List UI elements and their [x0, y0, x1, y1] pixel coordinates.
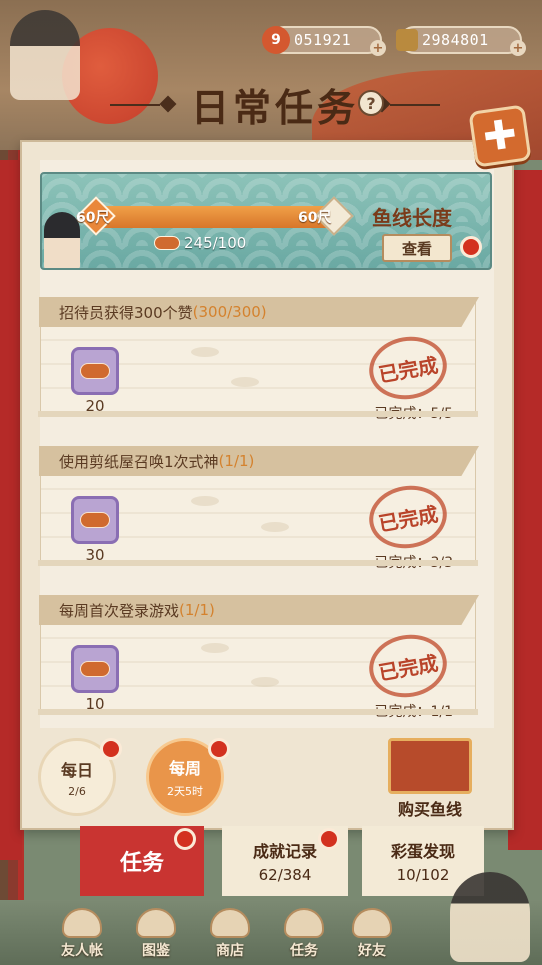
coin-currency: 2984801 +	[396, 26, 526, 56]
nav-shop[interactable]: 商店	[200, 908, 260, 964]
nav-illustrated-book[interactable]: 图鉴	[126, 908, 186, 964]
notification-dot	[460, 236, 482, 258]
buy-fishing-line-button[interactable]: 购买鱼线	[384, 738, 476, 820]
friends-icon	[352, 908, 392, 938]
friend-book-icon	[62, 908, 102, 938]
completed-stamp: 已完成	[364, 330, 452, 406]
view-button[interactable]: 查看	[382, 234, 452, 262]
notification-dot	[318, 828, 340, 850]
task-body: 30 已完成 已完成：3/3	[41, 476, 475, 571]
magatama-currency: 9 051921 +	[262, 26, 386, 56]
title-ornament-left	[110, 104, 160, 106]
completion-count: 已完成：5/5	[374, 406, 453, 422]
reward-amount: 20	[85, 397, 105, 415]
daily-tab-label: 每日	[60, 760, 93, 780]
progress-start-label: 60尺	[76, 210, 110, 226]
magatama-icon: 9	[262, 26, 290, 54]
task-name: 使用剪纸屋召唤1次式神	[59, 452, 219, 471]
add-magatama-button[interactable]: +	[370, 40, 386, 56]
treasure-box-icon	[388, 738, 472, 794]
tab-easter-eggs-label: 彩蛋发现	[390, 842, 455, 861]
weekly-tab-label: 每周	[168, 759, 201, 778]
page-title: 日常任务	[190, 84, 359, 130]
reward-amount: 30	[85, 546, 105, 564]
bait-icon	[154, 236, 180, 250]
task-progress: (300/300)	[192, 303, 267, 321]
add-coin-button[interactable]: +	[510, 40, 526, 56]
notification-dot	[208, 738, 230, 760]
task-card: 20 已完成 已完成：5/5 招待员获得300个赞 (300/300)	[38, 297, 479, 422]
magatama-value: 051921	[294, 31, 352, 49]
task-name: 招待员获得300个赞	[59, 303, 193, 322]
fish-decoration	[261, 522, 289, 532]
coin-value: 2984801	[422, 31, 489, 49]
fishing-line-card: 60尺 60尺 245/100 鱼线长度 查看	[40, 172, 492, 270]
completion-count: 已完成：3/3	[374, 555, 453, 571]
close-button[interactable]: ✚	[468, 104, 532, 168]
task-name: 每周首次登录游戏	[59, 601, 180, 620]
nav-friend-book[interactable]: 友人帐	[52, 908, 112, 964]
character-portrait	[44, 212, 80, 268]
reward-bait[interactable]	[71, 347, 119, 395]
notification-dot	[174, 828, 196, 850]
fish-decoration	[251, 677, 279, 687]
buy-fishing-line-label: 购买鱼线	[397, 800, 462, 819]
nav-label: 任务	[290, 943, 318, 959]
task-body: 10 已完成 已完成：1/1	[41, 625, 475, 720]
tab-achievements-label: 成就记录	[252, 842, 317, 861]
nav-label: 友人帐	[61, 943, 103, 959]
bait-count-value: 245/100	[184, 234, 247, 252]
tab-easter-eggs-count: 10/102	[396, 866, 450, 884]
daily-tab-progress: 2/6	[68, 784, 86, 798]
task-header: 招待员获得300个赞 (300/300)	[39, 297, 479, 327]
tab-achievements-count: 62/384	[258, 866, 312, 884]
red-curtain-left	[0, 160, 22, 860]
progress-end-label: 60尺	[298, 210, 332, 226]
task-header: 每周首次登录游戏 (1/1)	[39, 595, 479, 625]
tasks-icon	[284, 908, 324, 938]
illustrated-book-icon	[136, 908, 176, 938]
bait-count: 245/100	[154, 234, 246, 252]
nav-tasks[interactable]: 任务	[274, 908, 334, 964]
task-progress: (1/1)	[218, 452, 255, 470]
fish-decoration	[191, 496, 219, 506]
notification-dot	[100, 738, 122, 760]
task-card: 30 已完成 已完成：3/3 使用剪纸屋召唤1次式神 (1/1)	[38, 446, 479, 571]
help-button[interactable]: ?	[358, 90, 384, 116]
completed-stamp: 已完成	[364, 628, 452, 704]
task-progress: (1/1)	[179, 601, 215, 619]
fish-decoration	[201, 643, 229, 653]
task-body: 20 已完成 已完成：5/5	[41, 327, 475, 422]
coin-icon	[396, 29, 418, 51]
reward-amount: 10	[85, 695, 105, 713]
completed-stamp: 已完成	[364, 479, 452, 555]
title-diamond-left	[159, 95, 177, 113]
fishing-line-title: 鱼线长度	[372, 206, 452, 230]
nav-label: 图鉴	[142, 943, 170, 959]
tab-tasks-label: 任务	[119, 851, 164, 876]
reward-bait[interactable]	[71, 645, 119, 693]
nav-label: 好友	[358, 943, 386, 959]
bait-icon	[80, 661, 110, 677]
shop-icon	[210, 908, 250, 938]
title-ornament-right	[390, 104, 440, 106]
title-bar: 日常任务	[110, 76, 440, 132]
task-card: 10 已完成 已完成：1/1 每周首次登录游戏 (1/1)	[38, 595, 479, 720]
bait-icon	[80, 363, 110, 379]
fish-decoration	[231, 377, 259, 387]
nav-friends[interactable]: 好友	[342, 908, 402, 964]
fish-decoration	[191, 347, 219, 357]
weekly-tab-timer: 2天5时	[167, 785, 203, 798]
mascot-decoration	[10, 10, 80, 100]
nav-label: 商店	[216, 943, 244, 959]
bait-icon	[80, 512, 110, 528]
character-decoration	[450, 872, 530, 962]
task-header: 使用剪纸屋召唤1次式神 (1/1)	[39, 446, 479, 476]
completion-count: 已完成：1/1	[374, 704, 453, 720]
reward-bait[interactable]	[71, 496, 119, 544]
